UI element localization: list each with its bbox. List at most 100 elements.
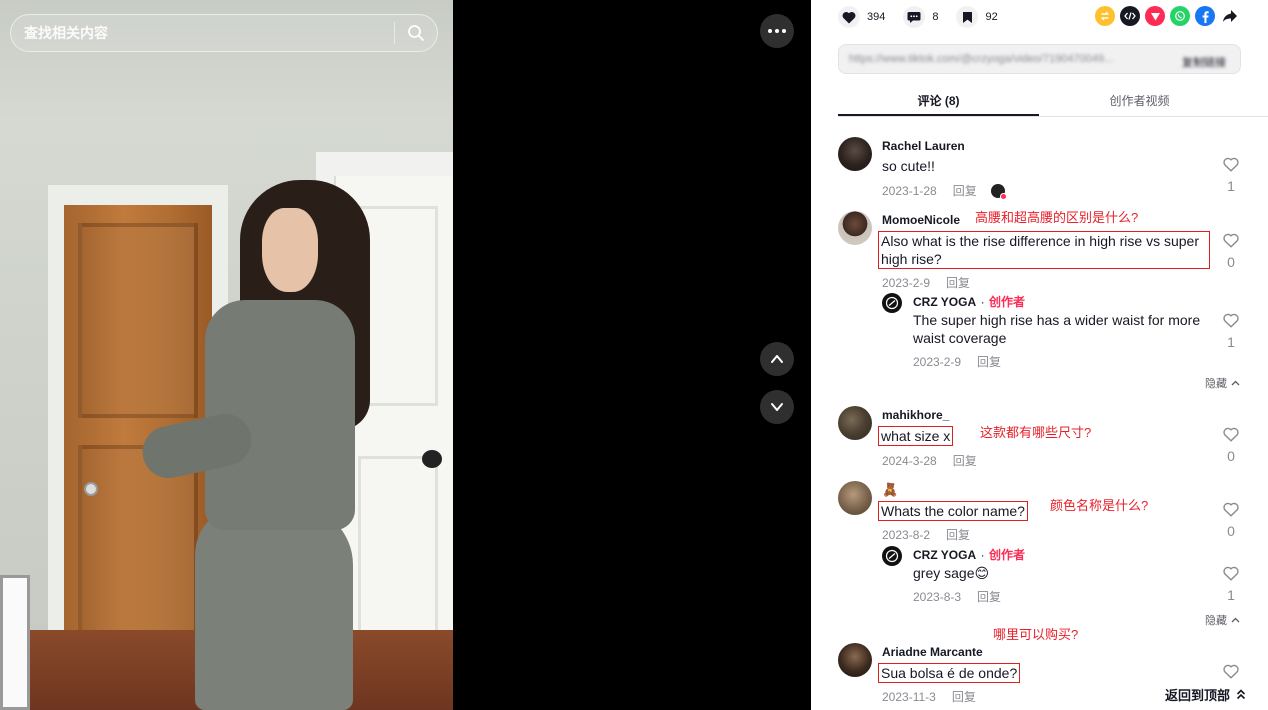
reply-item: CRZ YOGA · 创作者 grey sage😊 2023-8-3 回复 1 <box>882 546 1248 606</box>
avatar[interactable] <box>838 211 872 245</box>
search-input[interactable]: 查找相关内容 <box>11 23 394 43</box>
back-to-top-label: 返回到顶部 <box>1164 687 1230 703</box>
comment-like[interactable]: 0 <box>1221 427 1241 464</box>
reply-item: CRZ YOGA · 创作者 The super high rise has a… <box>882 293 1248 369</box>
translation-annotation: 高腰和超高腰的区别是什么? <box>975 210 1139 225</box>
back-to-top-button[interactable]: 返回到顶部 <box>1154 680 1256 708</box>
more-options-button[interactable] <box>760 14 794 48</box>
tab-creator-videos[interactable]: 创作者视频 <box>1039 86 1240 116</box>
copy-link-button[interactable]: 复制链接 <box>1182 54 1226 70</box>
comment-count: 8 <box>932 11 939 23</box>
tab-comments[interactable]: 评论 (8) <box>838 86 1039 116</box>
comment-text: Sua bolsa é de onde? <box>878 663 1021 683</box>
more-icon <box>768 29 772 33</box>
avatar[interactable] <box>838 643 872 677</box>
heart-outline-icon <box>1223 664 1239 679</box>
reply-button[interactable]: 回复 <box>953 182 977 199</box>
avatar[interactable] <box>838 137 872 171</box>
creator-badge: 创作者 <box>989 548 1026 562</box>
heart-icon <box>838 6 860 28</box>
action-bar: 394 8 92 <box>838 5 1016 29</box>
comment-like-count: 1 <box>1227 178 1235 194</box>
hide-replies-label: 隐藏 <box>1205 615 1227 627</box>
reply-button[interactable]: 回复 <box>946 526 970 543</box>
comment-meta: 2023-1-28 回复 <box>882 182 1212 200</box>
comment-date: 2023-1-28 <box>882 183 937 198</box>
search-icon[interactable] <box>395 14 437 52</box>
reply-date: 2023-2-9 <box>913 354 962 369</box>
comment-like[interactable]: 1 <box>1221 157 1241 194</box>
bookmark-icon <box>956 6 979 28</box>
comment-button[interactable]: 8 <box>903 6 938 28</box>
video-link-text: https://www.tiktok.com/@crzyoga/video/71… <box>849 53 1114 65</box>
comment-item: Rachel Lauren so cute!! 2023-1-28 回复 1 <box>838 137 1248 200</box>
reply-button[interactable]: 回复 <box>946 274 970 291</box>
comment-like[interactable]: 0 <box>1221 233 1241 270</box>
avatar[interactable] <box>838 406 872 440</box>
reply-text: grey sage😊 <box>913 565 990 581</box>
comment-body: Rachel Lauren so cute!! 2023-1-28 回复 <box>882 137 1212 200</box>
video-player[interactable]: 查找相关内容 <box>0 0 453 710</box>
reply-button[interactable]: 回复 <box>952 688 976 705</box>
facebook-icon[interactable] <box>1195 6 1215 26</box>
like-count: 394 <box>867 11 886 23</box>
reply-username[interactable]: CRZ YOGA <box>913 295 976 310</box>
reply-button[interactable]: 回复 <box>953 452 977 469</box>
reply-meta: 2023-2-9 回复 <box>913 353 1213 370</box>
comment-text: so cute!! <box>882 158 935 174</box>
comment-username[interactable]: MomoeNicole <box>882 213 960 228</box>
reply-username[interactable]: CRZ YOGA <box>913 548 976 563</box>
chevron-up-icon <box>1231 380 1240 386</box>
hide-replies-button[interactable]: 隐藏 <box>1205 612 1240 628</box>
heart-outline-icon <box>1223 157 1239 172</box>
app-root: 查找相关内容 394 8 92 https://www.tiktok.com/@… <box>0 0 1268 710</box>
repost-icon[interactable] <box>1095 6 1115 26</box>
next-video-button[interactable] <box>760 390 794 424</box>
share-arrow-icon[interactable] <box>1220 6 1240 26</box>
comment-date: 2023-8-2 <box>882 527 931 542</box>
avatar[interactable] <box>882 546 902 566</box>
save-count: 92 <box>985 11 998 23</box>
chevron-up-icon <box>771 355 783 363</box>
comment-username[interactable]: Ariadne Marcante <box>882 645 983 660</box>
video-link-field[interactable]: https://www.tiktok.com/@crzyoga/video/71… <box>838 44 1241 74</box>
chevron-down-icon <box>771 403 783 411</box>
comment-username[interactable]: mahikhore_ <box>882 408 949 423</box>
comment-username[interactable]: Rachel Lauren <box>882 139 965 154</box>
hide-replies-button[interactable]: 隐藏 <box>1205 375 1240 391</box>
reply-body: CRZ YOGA · 创作者 The super high rise has a… <box>913 293 1213 370</box>
avatar[interactable] <box>838 481 872 515</box>
heart-outline-icon <box>1223 566 1239 581</box>
send-icon[interactable] <box>1145 6 1165 26</box>
whatsapp-icon[interactable] <box>1170 6 1190 26</box>
embed-icon[interactable] <box>1120 6 1140 26</box>
reply-text: The super high rise has a wider waist fo… <box>913 312 1201 346</box>
reply-meta: 2023-8-3 回复 <box>913 588 1213 605</box>
comment-like[interactable]: 0 <box>1221 502 1241 539</box>
translation-annotation: 哪里可以购买? <box>993 627 1079 642</box>
save-button[interactable]: 92 <box>956 6 998 28</box>
door-knob <box>84 482 98 496</box>
avatar[interactable] <box>882 293 902 313</box>
heart-outline-icon <box>1223 233 1239 248</box>
creator-liked-badge <box>990 183 1007 200</box>
reply-like[interactable]: 1 <box>1221 313 1241 350</box>
reply-like[interactable]: 1 <box>1221 566 1241 603</box>
reply-header: CRZ YOGA · 创作者 <box>913 548 1026 563</box>
comment-body: 🧸 Whats the color name? 2023-8-2 回复 <box>878 481 1212 543</box>
comment-text: Whats the color name? <box>878 501 1028 521</box>
reply-button[interactable]: 回复 <box>977 353 1001 370</box>
comment-like-count: 0 <box>1227 448 1235 464</box>
reply-button[interactable]: 回复 <box>977 588 1001 605</box>
comment-meta: 2023-8-2 回复 <box>882 526 1212 543</box>
search-bar[interactable]: 查找相关内容 <box>10 14 438 52</box>
creator-badge: 创作者 <box>989 295 1026 309</box>
comment-date: 2024-3-28 <box>882 453 937 468</box>
previous-video-button[interactable] <box>760 342 794 376</box>
heart-outline-icon <box>1223 313 1239 328</box>
like-button[interactable]: 394 <box>838 6 885 28</box>
comment-text: Also what is the rise difference in high… <box>878 231 1210 269</box>
share-icons <box>1095 6 1240 26</box>
comment-like-count: 0 <box>1227 254 1235 270</box>
comment-username[interactable]: 🧸 <box>882 482 898 497</box>
